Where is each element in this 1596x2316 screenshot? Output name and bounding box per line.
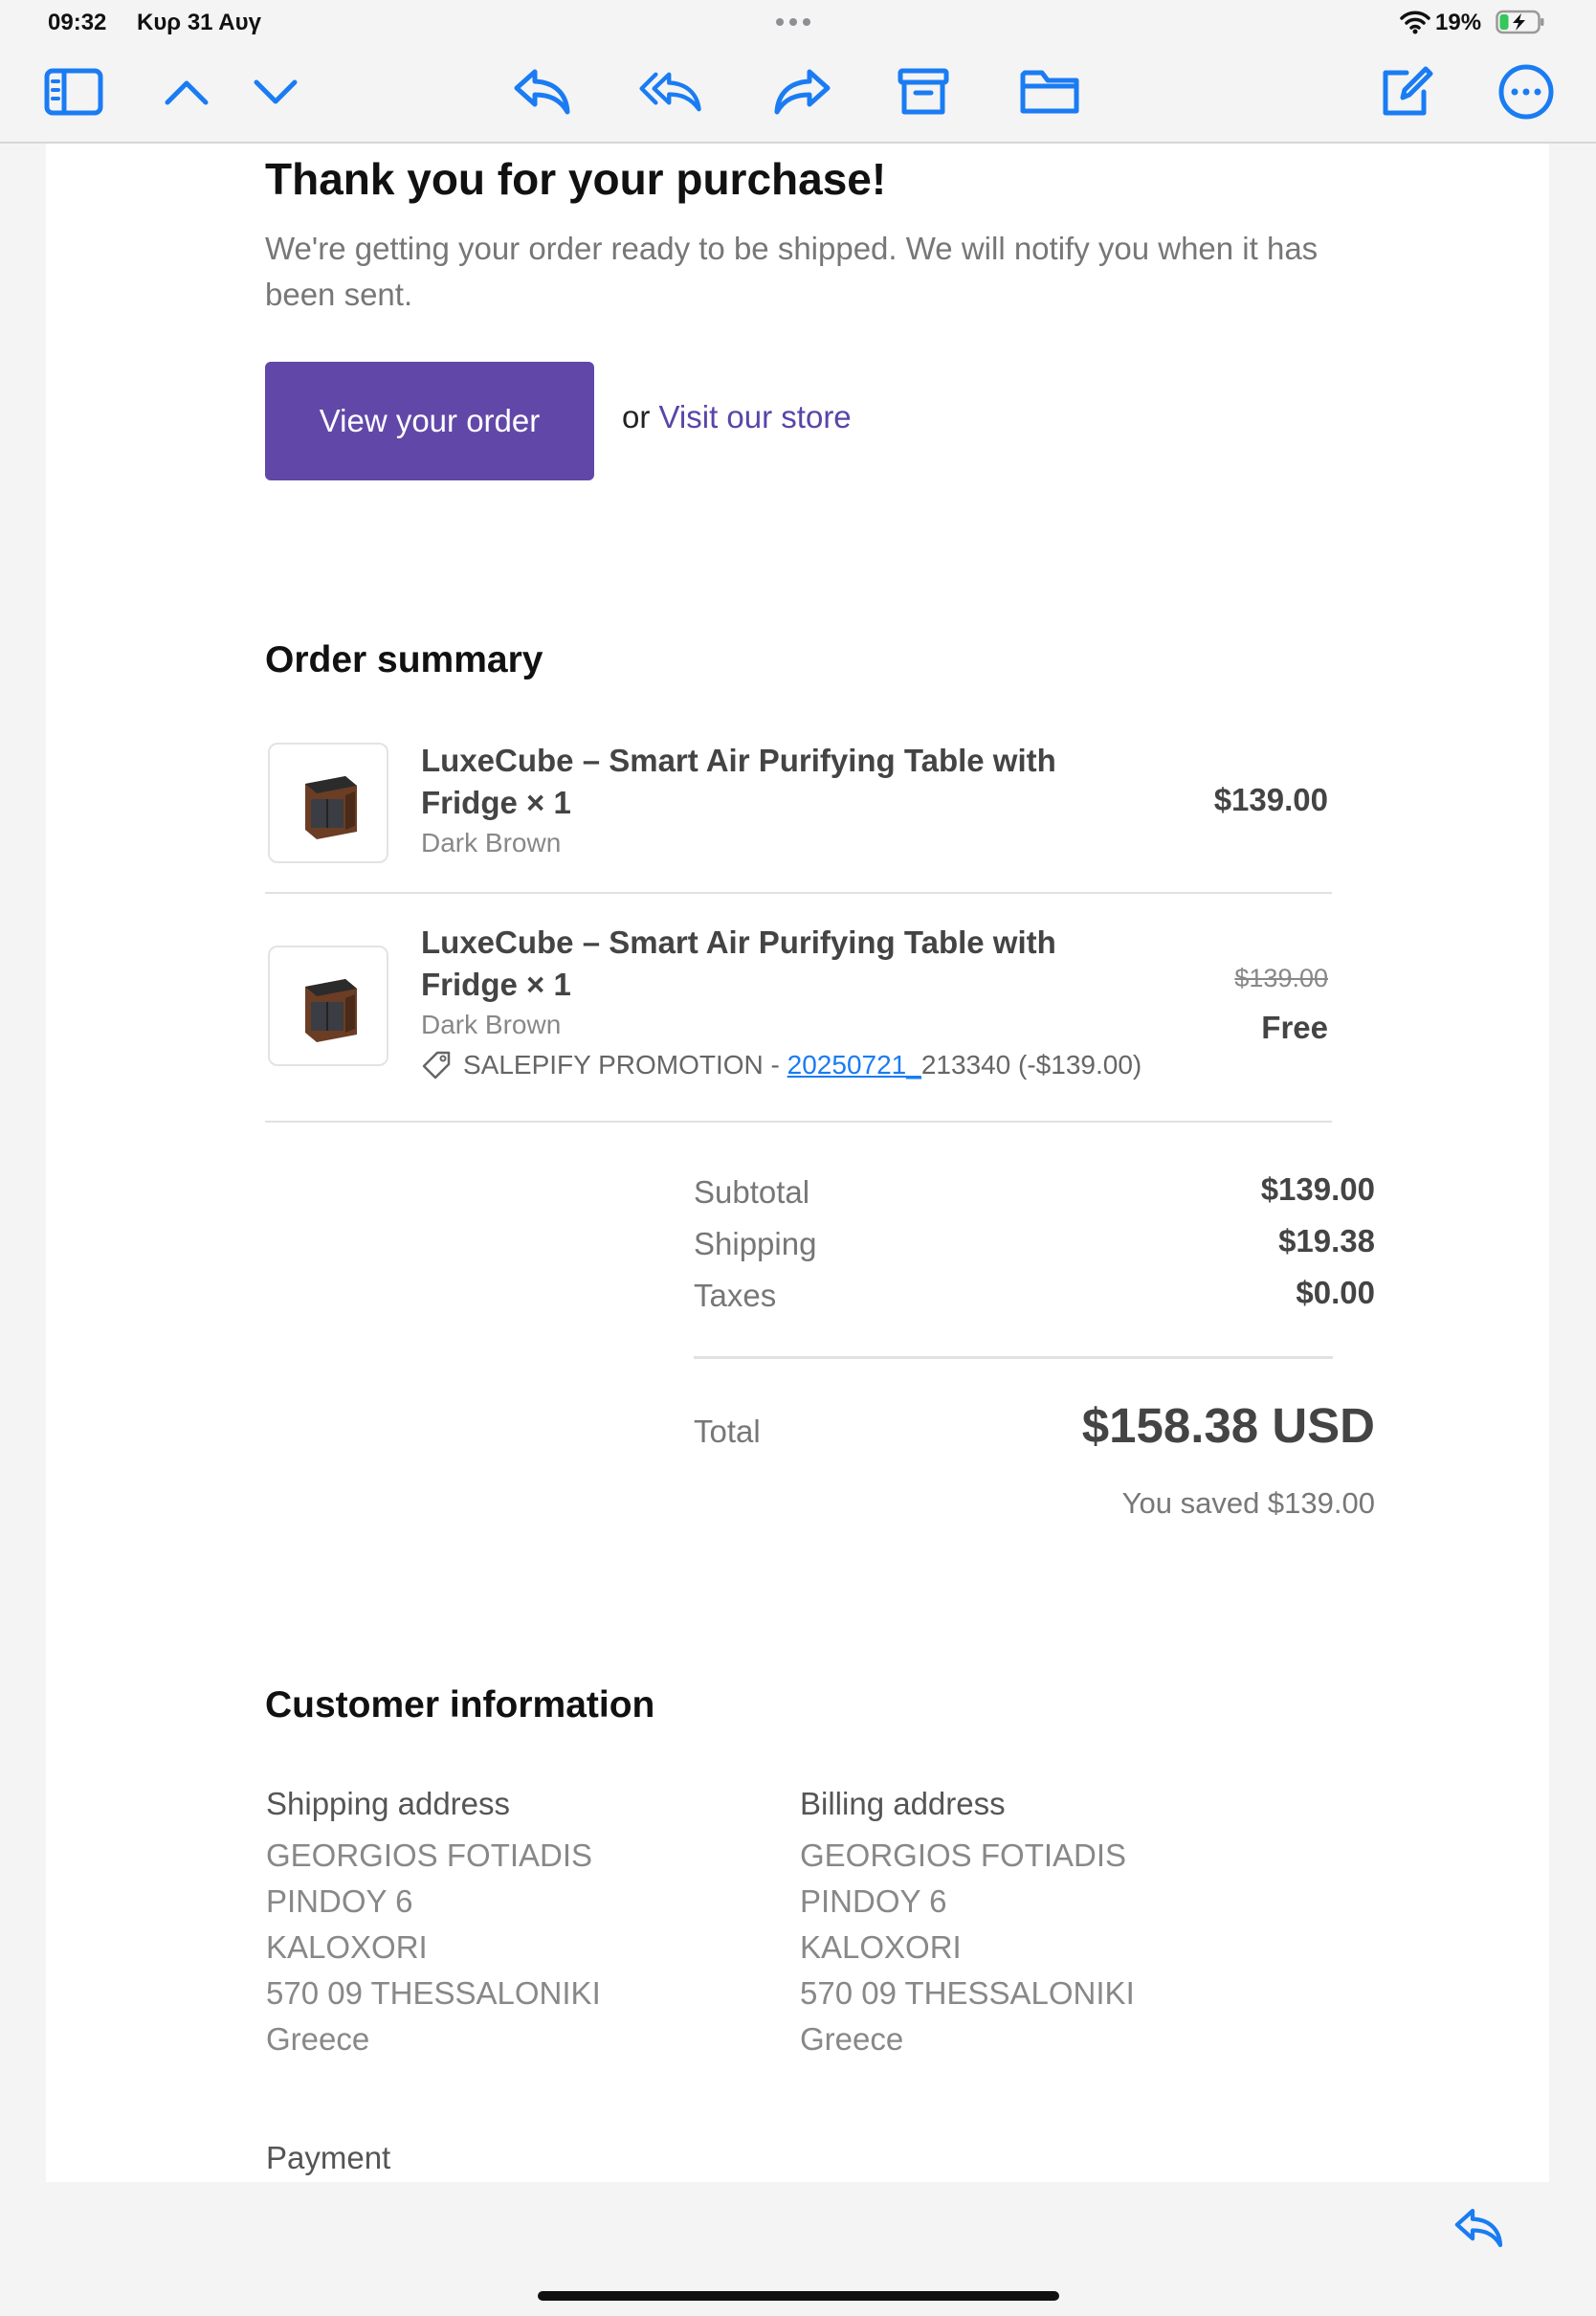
item-divider <box>265 1121 1332 1123</box>
order-summary-heading: Order summary <box>265 639 543 680</box>
status-time: 09:32 <box>48 10 107 35</box>
previous-message-button[interactable] <box>155 63 218 121</box>
shipping-address-line: PINDOY 6 <box>266 1883 413 1919</box>
tag-icon <box>422 1051 451 1080</box>
reply-all-icon <box>639 72 701 112</box>
status-date: Κυρ 31 Αυγ <box>137 10 261 35</box>
reply-all-button[interactable] <box>639 63 702 121</box>
shipping-address-line: Greece <box>266 2021 370 2057</box>
multitasking-dots-icon[interactable] <box>776 18 810 26</box>
payment-heading: Payment <box>266 2140 391 2175</box>
subtotal-label: Subtotal <box>694 1174 810 1210</box>
product-variant: Dark Brown <box>421 1010 562 1039</box>
shipping-address-line: 570 09 THESSALONIKI <box>266 1975 601 2011</box>
promotion-code-link[interactable]: 20250721_ <box>787 1050 921 1080</box>
status-bar: 09:32 Κυρ 31 Αυγ 19% <box>0 0 1596 44</box>
customer-information-heading: Customer information <box>265 1684 655 1726</box>
reply-icon <box>514 69 570 115</box>
taxes-value: $0.00 <box>1296 1275 1375 1310</box>
product-name: LuxeCube – Smart Air Purifying Table wit… <box>421 743 1056 820</box>
reply-icon <box>1454 2208 1503 2248</box>
original-price: $139.00 <box>1234 964 1328 992</box>
shipping-address-line: KALOXORI <box>266 1929 428 1965</box>
move-to-folder-button[interactable] <box>1018 63 1081 121</box>
visit-store-link[interactable]: Visit our store <box>659 399 852 434</box>
bottom-bar <box>0 2182 1596 2316</box>
view-order-button[interactable]: View your order <box>265 362 594 480</box>
compose-icon <box>1383 66 1433 116</box>
folder-icon <box>1020 70 1079 114</box>
billing-address-line: 570 09 THESSALONIKI <box>800 1975 1135 2011</box>
billing-address-heading: Billing address <box>800 1786 1006 1821</box>
luxecube-product-image <box>305 776 357 839</box>
more-icon <box>1498 64 1554 120</box>
billing-address-line: Greece <box>800 2021 904 2057</box>
order-status-text: We're getting your order ready to be shi… <box>265 231 1319 312</box>
product-price-free: Free <box>1261 1010 1328 1045</box>
chevron-up-icon <box>165 80 209 105</box>
product-name: LuxeCube – Smart Air Purifying Table wit… <box>421 924 1056 1002</box>
battery-charging-icon <box>1496 10 1544 34</box>
chevron-down-icon <box>254 79 298 104</box>
billing-address-line: KALOXORI <box>800 1929 962 1965</box>
totals-divider <box>694 1356 1333 1359</box>
promotion-amount: 213340 (-$139.00) <box>920 1050 1142 1080</box>
forward-icon <box>774 69 831 115</box>
luxecube-product-image <box>305 979 357 1042</box>
total-value: $158.38 USD <box>1081 1398 1375 1453</box>
shipping-value: $19.38 <box>1278 1223 1375 1258</box>
product-thumbnail <box>268 946 388 1066</box>
archive-icon <box>898 68 949 115</box>
sidebar-icon <box>44 68 103 116</box>
forward-button[interactable] <box>771 63 834 121</box>
promotion-line: SALEPIFY PROMOTION - 20250721_213340 (-$… <box>421 1050 1142 1080</box>
shipping-address-heading: Shipping address <box>266 1786 511 1821</box>
next-message-button[interactable] <box>244 63 307 121</box>
email-body[interactable]: Thank you for your purchase! We're getti… <box>46 144 1549 2182</box>
billing-address-line: PINDOY 6 <box>800 1883 947 1919</box>
product-thumbnail <box>268 743 388 863</box>
home-indicator[interactable] <box>538 2291 1059 2301</box>
subtotal-value: $139.00 <box>1260 1171 1375 1207</box>
archive-button[interactable] <box>892 63 955 121</box>
product-price: $139.00 <box>1213 782 1328 817</box>
total-label: Total <box>694 1414 761 1449</box>
billing-address-line: GEORGIOS FOTIADIS <box>800 1837 1127 1873</box>
wifi-icon <box>1400 11 1430 34</box>
battery-percentage: 19% <box>1435 10 1482 35</box>
shipping-label: Shipping <box>694 1226 817 1261</box>
compose-button[interactable] <box>1374 63 1437 121</box>
sidebar-toggle-button[interactable] <box>42 63 105 121</box>
mail-toolbar <box>0 44 1596 144</box>
taxes-label: Taxes <box>694 1278 777 1313</box>
order-line-item: LuxeCube – Smart Air Purifying Table wit… <box>265 922 1332 1084</box>
promotion-label: SALEPIFY PROMOTION - <box>463 1050 787 1080</box>
shipping-address-line: GEORGIOS FOTIADIS <box>266 1837 593 1873</box>
order-line-item: LuxeCube – Smart Air Purifying Table wit… <box>265 740 1332 874</box>
item-divider <box>265 892 1332 894</box>
or-label: or <box>622 399 659 434</box>
visit-store-line: or Visit our store <box>622 399 852 435</box>
product-variant: Dark Brown <box>421 828 562 857</box>
more-options-button[interactable] <box>1495 63 1558 121</box>
reply-button[interactable] <box>510 63 573 121</box>
savings-text: You saved $139.00 <box>1121 1486 1375 1520</box>
quick-reply-button[interactable] <box>1445 2199 1512 2257</box>
thank-you-heading: Thank you for your purchase! <box>265 154 887 204</box>
